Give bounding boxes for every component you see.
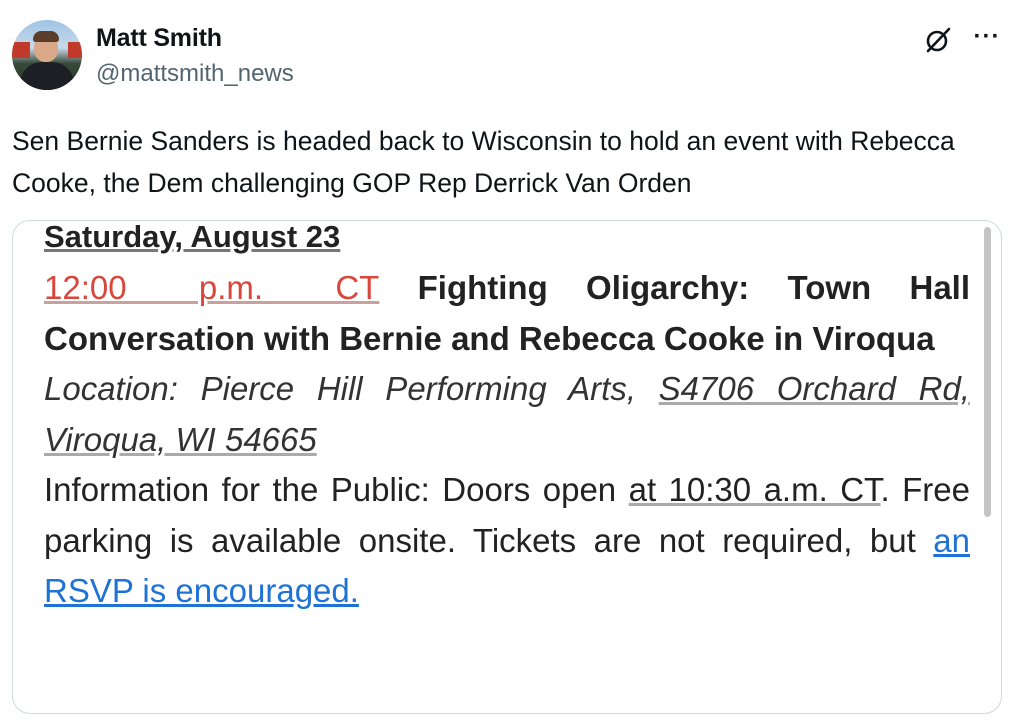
event-heading: 12:00 p.m. CT Fighting Oligarchy: Town H…: [44, 263, 970, 364]
info-prefix: Information for the Public: Doors open: [44, 471, 629, 508]
location-label: Location: Pierce Hill Performing Arts,: [44, 370, 659, 407]
avatar-body: [20, 62, 74, 90]
tweet-image[interactable]: Saturday, August 23 12:00 p.m. CT Fighti…: [12, 220, 1002, 714]
author-handle[interactable]: @mattsmith_news: [96, 60, 294, 88]
event-location: Location: Pierce Hill Performing Arts, S…: [44, 364, 970, 465]
public-info: Information for the Public: Doors open a…: [44, 465, 970, 617]
event-time: 12:00 p.m. CT: [44, 269, 380, 306]
author-display-name[interactable]: Matt Smith: [96, 24, 222, 53]
avatar-background: [12, 42, 30, 58]
doors-open-time: at 10:30 a.m. CT: [628, 471, 881, 508]
avatar[interactable]: [12, 20, 82, 90]
image-scrollbar: [984, 227, 991, 517]
event-date: Saturday, August 23: [44, 220, 341, 254]
event-details: Saturday, August 23 12:00 p.m. CT Fighti…: [44, 221, 970, 617]
grok-icon[interactable]: [924, 26, 952, 54]
tweet-text: Sen Bernie Sanders is headed back to Wis…: [12, 126, 955, 198]
avatar-hair: [33, 31, 59, 42]
avatar-background: [68, 42, 82, 58]
more-icon[interactable]: ···: [970, 25, 1004, 54]
